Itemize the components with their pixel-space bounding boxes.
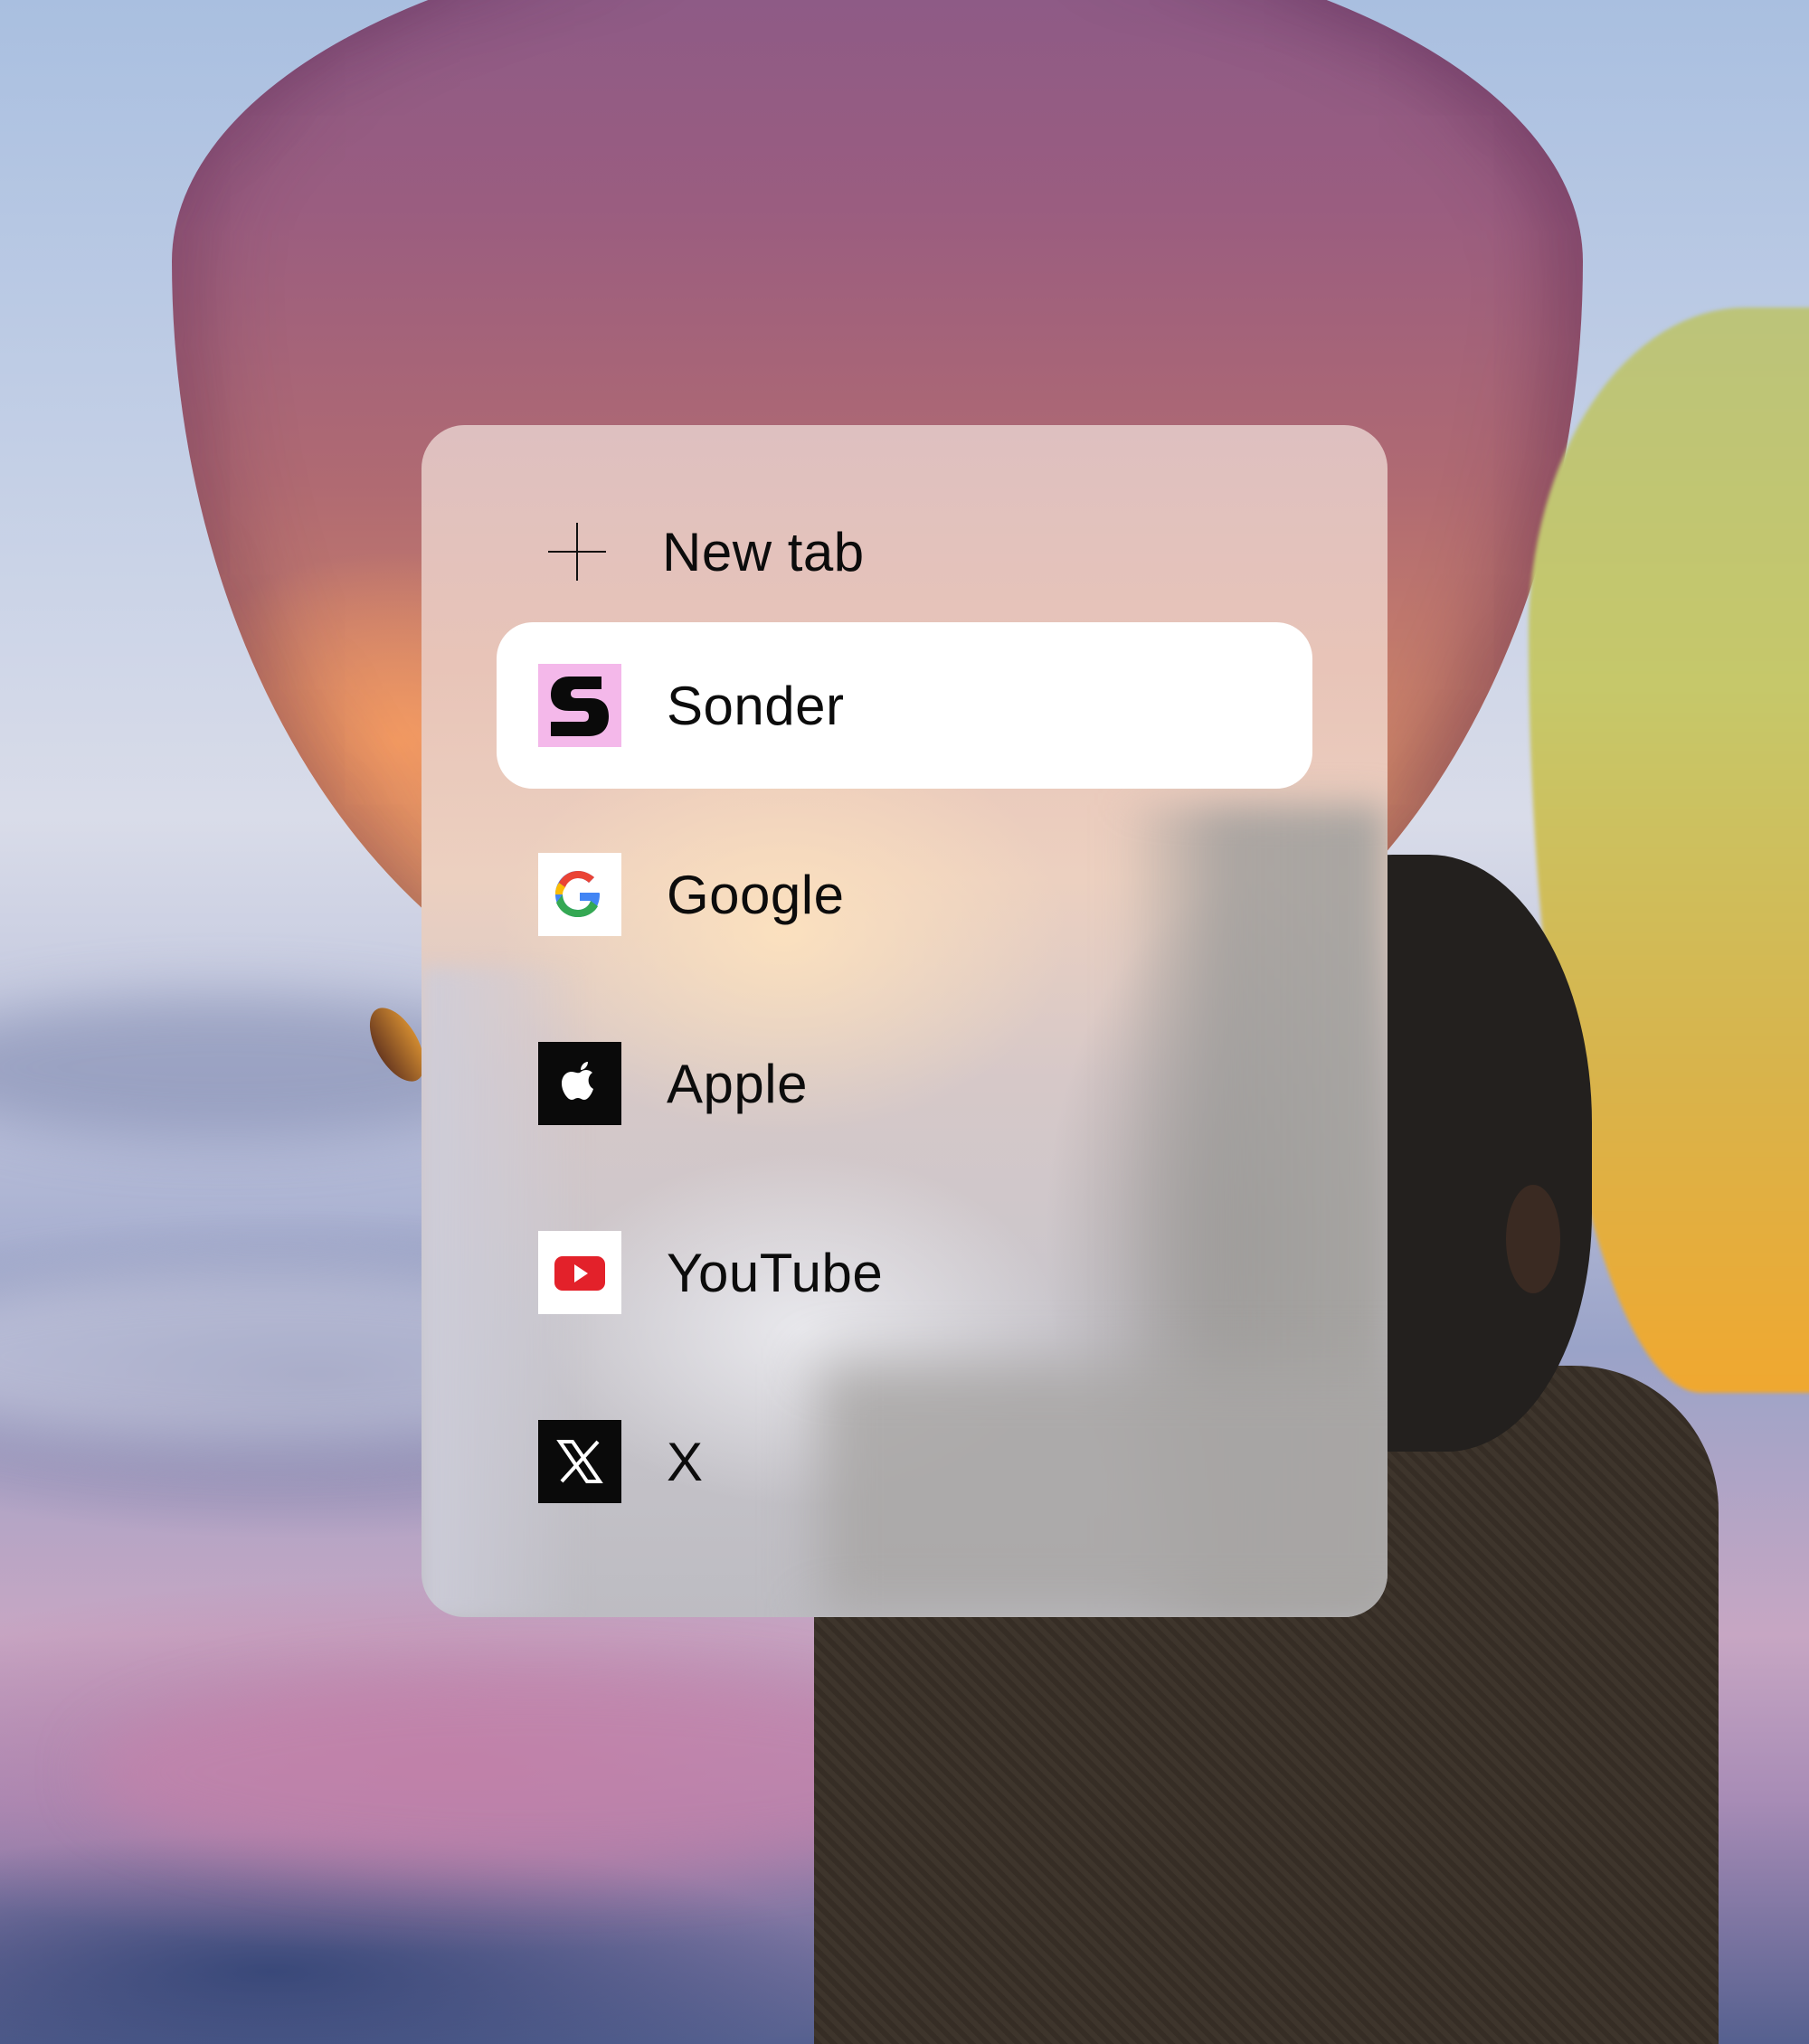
tab-sonder[interactable]: Sonder (497, 622, 1312, 789)
tab-label: Sonder (667, 675, 845, 736)
sonder-logo-icon (538, 664, 621, 747)
new-tab-button[interactable]: New tab (548, 496, 865, 608)
x-logo-icon (538, 1420, 621, 1503)
tab-label: Google (667, 864, 845, 925)
tab-label: Apple (667, 1053, 808, 1114)
tab-switcher-panel: New tab Sonder Google Apple YouTube X (421, 425, 1388, 1617)
youtube-logo-icon (538, 1231, 621, 1314)
person-ear (1506, 1185, 1560, 1293)
plus-icon (548, 523, 606, 581)
tab-youtube[interactable]: YouTube (497, 1189, 1312, 1356)
tab-label: YouTube (667, 1242, 884, 1303)
tab-google[interactable]: Google (497, 811, 1312, 978)
tab-label: X (667, 1431, 704, 1492)
tab-x[interactable]: X (497, 1378, 1312, 1545)
tab-apple[interactable]: Apple (497, 1000, 1312, 1167)
google-logo-icon (538, 853, 621, 936)
new-tab-label: New tab (662, 521, 865, 582)
apple-logo-icon (538, 1042, 621, 1125)
